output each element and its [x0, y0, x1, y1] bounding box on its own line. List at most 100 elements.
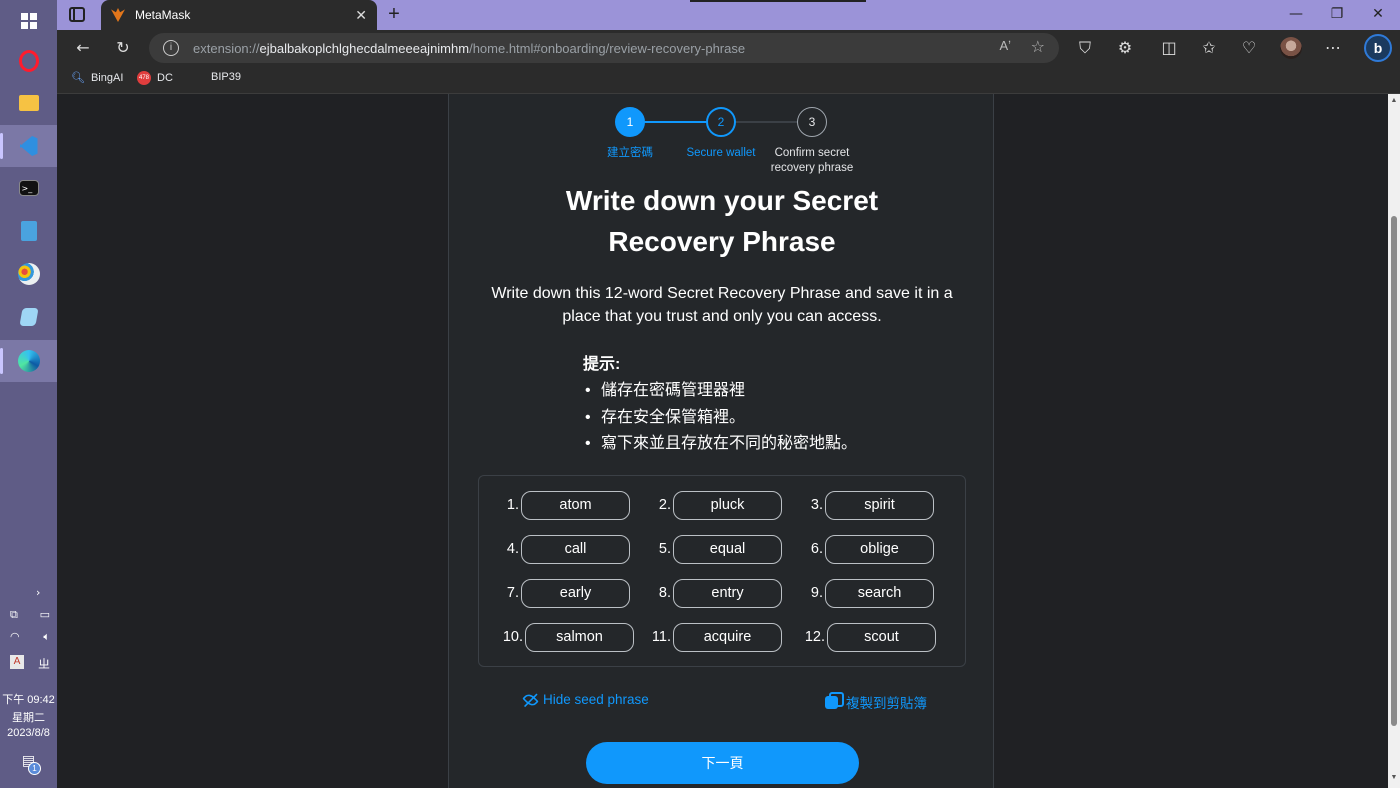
favorites-icon[interactable]: ✩ [1197, 36, 1221, 60]
step-3-label-line1: Confirm secret [774, 147, 850, 159]
close-window-button[interactable]: ✕ [1366, 6, 1390, 22]
tip-item: 寫下來並且存放在不同的秘密地點。 [583, 431, 857, 458]
seed-word-chip: call [521, 534, 630, 564]
seed-word-8: 8. entry [645, 578, 782, 608]
meet-now-icon[interactable]: ⧉ [10, 608, 18, 622]
seed-word-number: 2. [658, 497, 671, 513]
scrollbar-thumb[interactable] [1391, 216, 1397, 726]
seed-word-chip: equal [673, 534, 782, 564]
clock[interactable]: 下午 09:42 星期二 2023/8/8 [0, 691, 57, 739]
copy-to-clipboard-label: 複製到剪貼簿 [846, 696, 927, 711]
taskbar-opera[interactable] [0, 40, 57, 82]
page-title-line1: Write down your Secret [565, 185, 879, 216]
profile-avatar[interactable] [1280, 37, 1302, 59]
tray-row-3: A ㄓ [10, 655, 50, 672]
favorite-star-icon[interactable]: ☆ [1031, 37, 1045, 57]
seed-word-number: 1. [506, 497, 519, 513]
taskbar-edge[interactable] [0, 340, 57, 382]
taskbar-file-explorer[interactable] [0, 82, 57, 124]
onboarding-card: 1 2 3 建立密碼 Secure wallet Confirm secret … [448, 94, 994, 788]
step-connector-2 [727, 121, 799, 123]
step-3-label-line2: recovery phrase [770, 162, 854, 174]
tab-metamask[interactable]: MetaMask ✕ [101, 0, 377, 30]
bookmark-dc[interactable]: 478 DC [137, 71, 173, 85]
volume-icon[interactable]: 🔈︎ [43, 630, 50, 644]
scroll-down-arrow-icon[interactable]: ▼ [1390, 774, 1398, 782]
show-hidden-icons[interactable]: › [36, 586, 48, 599]
ime-alt-icon[interactable]: A [10, 655, 24, 669]
settings-more-icon[interactable]: ⋯ [1321, 36, 1345, 60]
close-tab-icon[interactable]: ✕ [355, 7, 367, 24]
notification-center[interactable]: ▤ 1 [0, 752, 57, 775]
tab-strip: MetaMask ✕ + — ❐ ✕ [57, 0, 1400, 30]
tray-row-2: ◠ 🔈︎ [10, 630, 50, 644]
page-title: Write down your Secret Recovery Phrase [449, 180, 995, 262]
refresh-button[interactable]: ↻ [111, 36, 135, 60]
taskbar-paint[interactable] [0, 253, 57, 295]
step-2-circle: 2 [706, 107, 736, 137]
bing-copilot-button[interactable]: b [1364, 34, 1392, 62]
intro-line2: place that you trust and only you can ac… [562, 308, 882, 325]
taskbar-terminal[interactable]: >_ [0, 167, 57, 209]
ublock-shield-icon[interactable]: ⛉ [1073, 36, 1097, 60]
seed-word-chip: search [825, 578, 934, 608]
read-aloud-icon[interactable]: Aʼ [999, 38, 1011, 53]
tab-actions-icon[interactable] [69, 7, 85, 22]
seed-word-chip: spirit [825, 490, 934, 520]
bookmark-bingai[interactable]: 🔍︎ BingAI [71, 71, 124, 85]
site-info-icon[interactable]: i [163, 40, 179, 56]
scroll-up-arrow-icon[interactable]: ▲ [1390, 97, 1398, 105]
bookmarks-bar: 🔍︎ BingAI 478 DC BIP39 [57, 66, 1400, 94]
ime-indicator[interactable]: ㄓ [38, 655, 50, 672]
wifi-icon[interactable]: ◠ [10, 630, 20, 644]
paint-palette-icon [17, 263, 40, 285]
seed-word-chip: atom [521, 490, 630, 520]
seed-word-number: 8. [658, 585, 671, 601]
hide-seed-phrase-link[interactable]: Hide seed phrase [522, 691, 649, 708]
taskbar-notepad[interactable] [0, 296, 57, 338]
split-screen-icon[interactable]: ◫ [1157, 36, 1181, 60]
window-drag-indicator [690, 0, 866, 2]
battery-icon[interactable]: ▭ [40, 608, 50, 622]
intro-line1: Write down this 12-word Secret Recovery … [491, 285, 953, 302]
bookmark-label: BIP39 [211, 71, 241, 83]
minimize-button[interactable]: — [1284, 6, 1308, 22]
seed-word-7: 7. early [493, 578, 630, 608]
edge-icon [17, 350, 40, 372]
tip-item: 儲存在密碼管理器裡 [583, 378, 857, 405]
bookmark-bip39[interactable]: BIP39 [211, 71, 241, 83]
page-title-line2: Recovery Phrase [608, 226, 836, 257]
browser-essentials-icon[interactable]: ♡ [1237, 36, 1261, 60]
copy-to-clipboard-link[interactable]: 複製到剪貼簿 [825, 691, 927, 712]
tab-title: MetaMask [135, 8, 191, 22]
hide-seed-phrase-label: Hide seed phrase [543, 692, 649, 707]
clock-weekday: 星期二 [12, 712, 45, 724]
tip-item: 存在安全保管箱裡。 [583, 405, 857, 432]
extensions-icon[interactable]: ⚙ [1113, 36, 1137, 60]
taskbar-vscode[interactable] [0, 125, 57, 167]
new-tab-button[interactable]: + [383, 4, 405, 26]
seed-word-number: 9. [810, 585, 823, 601]
seed-word-5: 5. equal [645, 534, 782, 564]
clock-time: 下午 09:42 [2, 694, 55, 706]
seed-word-number: 10. [502, 629, 523, 645]
seed-word-number: 4. [506, 541, 519, 557]
bookmark-label: BingAI [90, 71, 124, 84]
maximize-button[interactable]: ❐ [1325, 6, 1349, 22]
search-icon: 🔍︎ [71, 72, 85, 84]
windows-logo-icon [18, 10, 40, 32]
back-button[interactable]: ← [71, 36, 95, 60]
next-button[interactable]: 下一頁 [586, 742, 859, 784]
page-scrollbar[interactable]: ▲ ▼ [1388, 94, 1400, 788]
start-button[interactable] [0, 0, 57, 42]
seed-word-10: 10. salmon [497, 622, 634, 652]
seed-word-number: 6. [810, 541, 823, 557]
address-bar[interactable]: i extension://ejbalbakoplchlghecdalmeeea… [149, 33, 1059, 63]
page-content: 1 2 3 建立密碼 Secure wallet Confirm secret … [57, 94, 1388, 788]
metamask-fox-icon [111, 8, 125, 22]
url-host: ejbalbakoplchlghecdalmeeeajnimhm [259, 41, 470, 56]
calculator-icon [20, 221, 37, 241]
taskbar-calculator[interactable] [0, 210, 57, 252]
bookmark-label: DC [157, 72, 173, 84]
chevron-right-icon: › [36, 586, 41, 599]
